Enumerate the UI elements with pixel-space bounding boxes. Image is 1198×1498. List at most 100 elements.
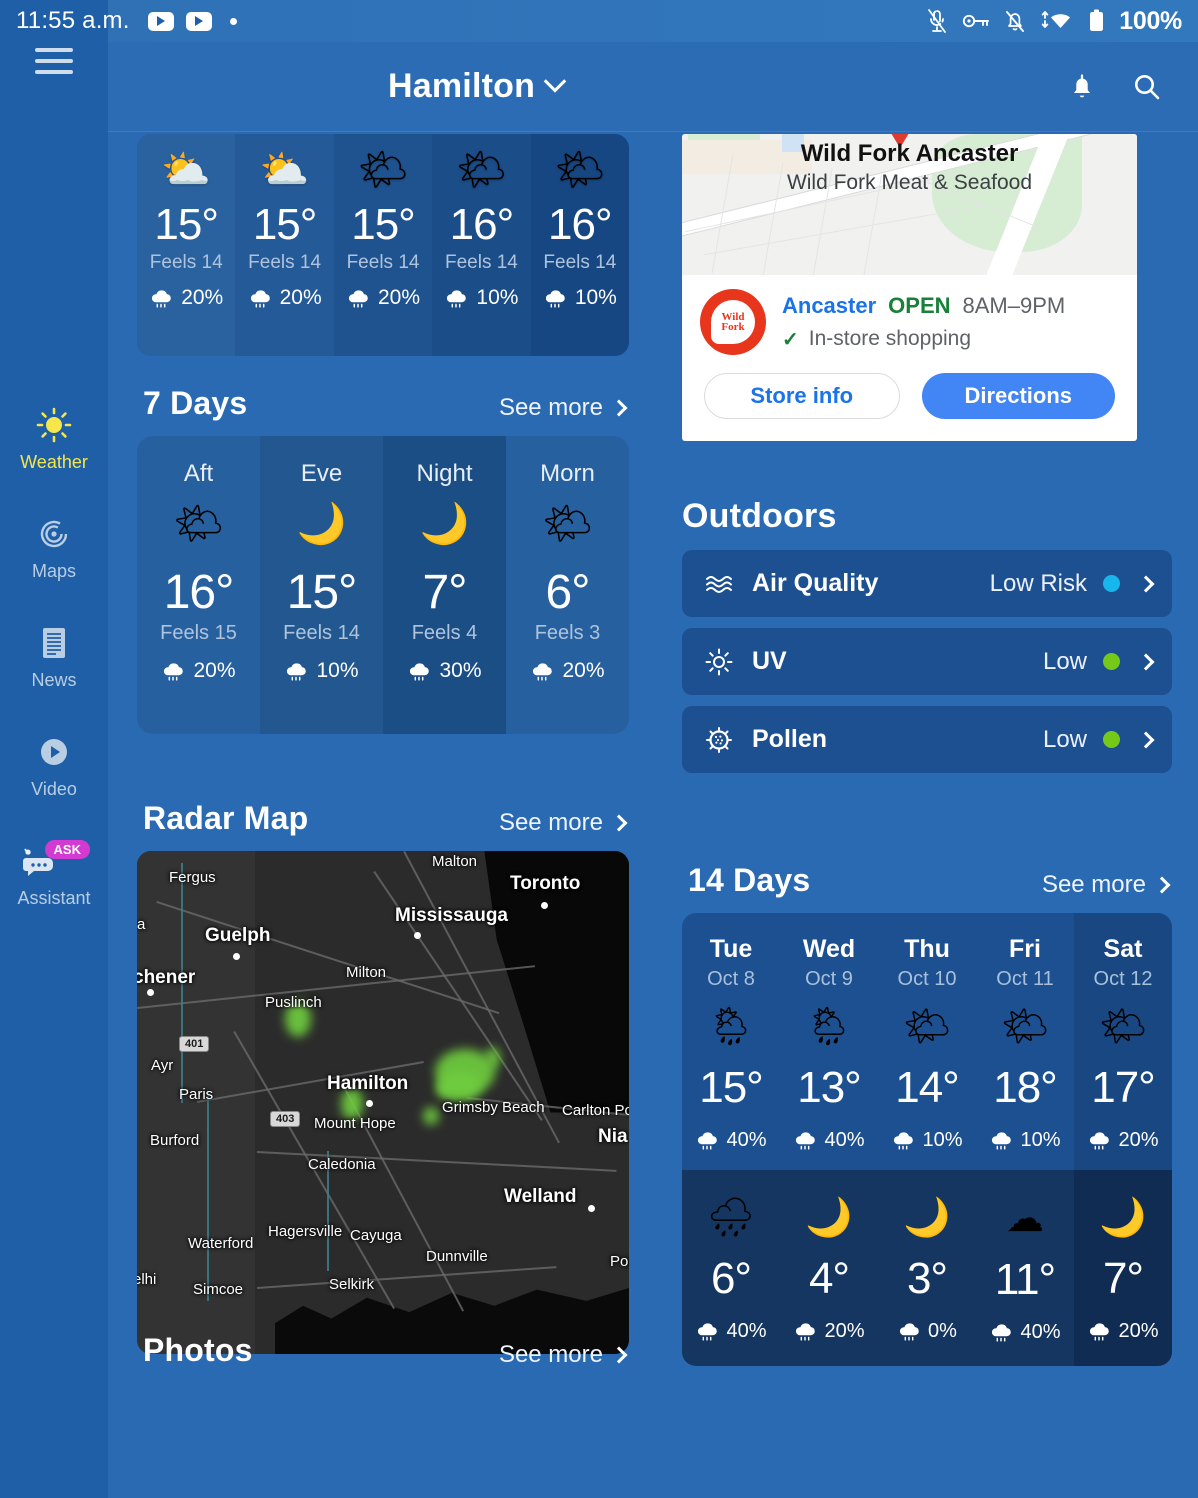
search-icon[interactable] <box>1132 72 1162 102</box>
night-low-temperature: 3° <box>906 1254 948 1303</box>
fourteen-days-card[interactable]: Tue Oct 8 🌦 15° 40% Wed Oct 9 🌦 13° 40% … <box>682 913 1172 1366</box>
weather-icon: ⛅ <box>259 148 310 192</box>
hamburger-menu-icon[interactable] <box>35 48 73 74</box>
period-temperature: 15° <box>286 566 358 619</box>
map-label: Poi <box>610 1253 629 1270</box>
sidebar-item-label: News <box>31 669 77 690</box>
period-pop-value: 20% <box>193 659 236 682</box>
sidebar-item-weather[interactable]: Weather <box>2 406 106 473</box>
rain-cloud-icon <box>894 1132 914 1150</box>
photos-see-more[interactable]: See more <box>498 1341 628 1369</box>
sidebar-item-label: Assistant <box>17 887 91 908</box>
store-name: Wild Fork Ancaster <box>800 140 1019 167</box>
day-cell[interactable]: Thu Oct 10 🌤 14° 10% <box>878 913 976 1170</box>
night-low-temperature: 6° <box>710 1254 752 1303</box>
day-of-week: Sat <box>1103 935 1143 963</box>
store-info-button[interactable]: Store info <box>704 373 900 419</box>
night-pop-value: 20% <box>824 1320 865 1342</box>
sidebar-item-news[interactable]: News <box>2 624 106 691</box>
weather-icon: 🌤 <box>542 502 593 546</box>
seven-days-cell[interactable]: Aft 🌤 16° Feels 15 20% <box>137 436 260 734</box>
night-cell[interactable]: ☁ 11° 40% <box>976 1170 1074 1366</box>
day-cell[interactable]: Tue Oct 8 🌦 15° 40% <box>682 913 780 1170</box>
hourly-cell[interactable]: ⛅ 15° Feels 14 20% <box>137 134 236 356</box>
sidebar-item-assistant[interactable]: ASK Assistant <box>2 839 106 909</box>
seven-days-card[interactable]: Aft 🌤 16° Feels 15 20% Eve 🌙 15° Feels 1… <box>137 436 629 734</box>
night-cell[interactable]: 🌙 7° 20% <box>1074 1170 1172 1366</box>
sidebar-item-video[interactable]: Video <box>2 733 106 800</box>
fourteen-days-section: 14 Days See more Tue Oct 8 🌦 15° 40% Wed… <box>682 862 1172 1366</box>
map-label: Milton <box>346 964 387 981</box>
period-precipitation: 20% <box>161 659 236 683</box>
day-of-week: Thu <box>904 935 950 963</box>
outdoors-row-uv[interactable]: UV Low <box>682 628 1172 695</box>
outdoors-row-pollen[interactable]: Pollen Low <box>682 706 1172 773</box>
hourly-cell[interactable]: ⛅ 15° Feels 14 20% <box>235 134 334 356</box>
see-more-label: See more <box>498 1341 603 1368</box>
store-actions: Store info Directions <box>682 365 1137 437</box>
night-cell[interactable]: 🌧 6° 40% <box>682 1170 780 1366</box>
map-label: a <box>137 916 146 933</box>
day-cell[interactable]: Fri Oct 11 🌤 18° 10% <box>976 913 1074 1170</box>
day-cell[interactable]: Sat Oct 12 🌤 17° 20% <box>1074 913 1172 1170</box>
sidebar-item-maps[interactable]: Maps <box>2 515 106 582</box>
night-pop-value: 20% <box>1118 1320 1159 1342</box>
hourly-cell[interactable]: 🌤 15° Feels 14 20% <box>333 134 433 356</box>
location-selector[interactable]: Hamilton <box>388 67 567 106</box>
hourly-precipitation: 20% <box>346 286 420 310</box>
radar-map-canvas[interactable]: Fergus Malton Toronto Mississauga Guelph… <box>137 851 629 1354</box>
seven-days-cell[interactable]: Night 🌙 7° Feels 4 30% <box>383 436 506 734</box>
check-icon: ✓ <box>782 328 799 351</box>
chevron-right-icon[interactable] <box>1137 653 1155 670</box>
period-name: Night <box>416 460 473 487</box>
rain-cloud-icon <box>545 289 565 308</box>
hourly-forecast-strip[interactable]: ⛅ 15° Feels 14 20% ⛅ 15° Feels 14 20% 🌤 <box>137 134 629 356</box>
night-weather-icon: 🌧 <box>706 1197 756 1239</box>
weather-icon: 🌤 <box>902 1006 952 1048</box>
period-temperature: 6° <box>545 566 591 619</box>
period-temperature: 16° <box>163 566 235 619</box>
period-pop-value: 20% <box>562 659 605 682</box>
night-cell[interactable]: 🌙 3° 0% <box>878 1170 976 1366</box>
period-feels-like: Feels 15 <box>160 622 237 644</box>
sidebar-item-label: Maps <box>31 560 76 581</box>
store-city[interactable]: Ancaster <box>782 293 876 319</box>
outdoors-label: UV <box>752 647 787 675</box>
night-cell[interactable]: 🌙 4° 20% <box>780 1170 878 1366</box>
hourly-feels-like: Feels 14 <box>444 252 518 273</box>
hourly-cell[interactable]: 🌤 16° Feels 14 10% <box>530 134 629 356</box>
chevron-right-icon[interactable] <box>1137 575 1155 592</box>
night-low-temperature: 11° <box>994 1255 1056 1304</box>
day-pop-value: 10% <box>922 1129 963 1151</box>
section-title: Photos <box>143 1332 253 1368</box>
hourly-pop-value: 10% <box>574 286 617 309</box>
hourly-precipitation: 20% <box>248 286 322 310</box>
hourly-cell[interactable]: 🌤 16° Feels 14 10% <box>432 134 531 356</box>
weather-icon: 🌙 <box>419 502 470 546</box>
youtube-badge-icon <box>185 11 212 31</box>
seven-days-see-more[interactable]: See more <box>499 394 628 422</box>
store-promo-card[interactable]: Wild Fork Ancaster Wild Fork Meat & Seaf… <box>682 134 1137 441</box>
outdoors-row-air-quality[interactable]: Air Quality Low Risk <box>682 550 1172 617</box>
map-label: Puslinch <box>265 994 322 1011</box>
hourly-feels-like: Feels 14 <box>543 252 617 273</box>
seven-days-cell[interactable]: Eve 🌙 15° Feels 14 10% <box>260 436 383 734</box>
seven-days-cell[interactable]: Morn 🌤 6° Feels 3 20% <box>506 436 629 734</box>
day-cell[interactable]: Wed Oct 9 🌦 13° 40% <box>780 913 878 1170</box>
day-precipitation: 10% <box>891 1129 963 1152</box>
weather-icon: 🌙 <box>296 502 347 546</box>
hourly-temperature: 15° <box>351 200 416 249</box>
weather-icon: 🌤 <box>173 502 224 546</box>
rain-cloud-icon <box>899 1323 919 1341</box>
fourteen-days-see-more[interactable]: See more <box>1042 871 1171 899</box>
bell-icon[interactable] <box>1068 72 1096 102</box>
map-label: Ayr <box>151 1057 174 1074</box>
rain-cloud-icon <box>250 289 270 308</box>
radar-see-more[interactable]: See more <box>499 809 628 837</box>
night-weather-icon: ☁ <box>1006 1198 1044 1240</box>
status-system-icons: 100% <box>926 7 1182 36</box>
sun-icon <box>35 406 73 444</box>
chevron-right-icon <box>610 399 628 417</box>
directions-button[interactable]: Directions <box>921 373 1115 419</box>
chevron-right-icon[interactable] <box>1137 731 1155 748</box>
